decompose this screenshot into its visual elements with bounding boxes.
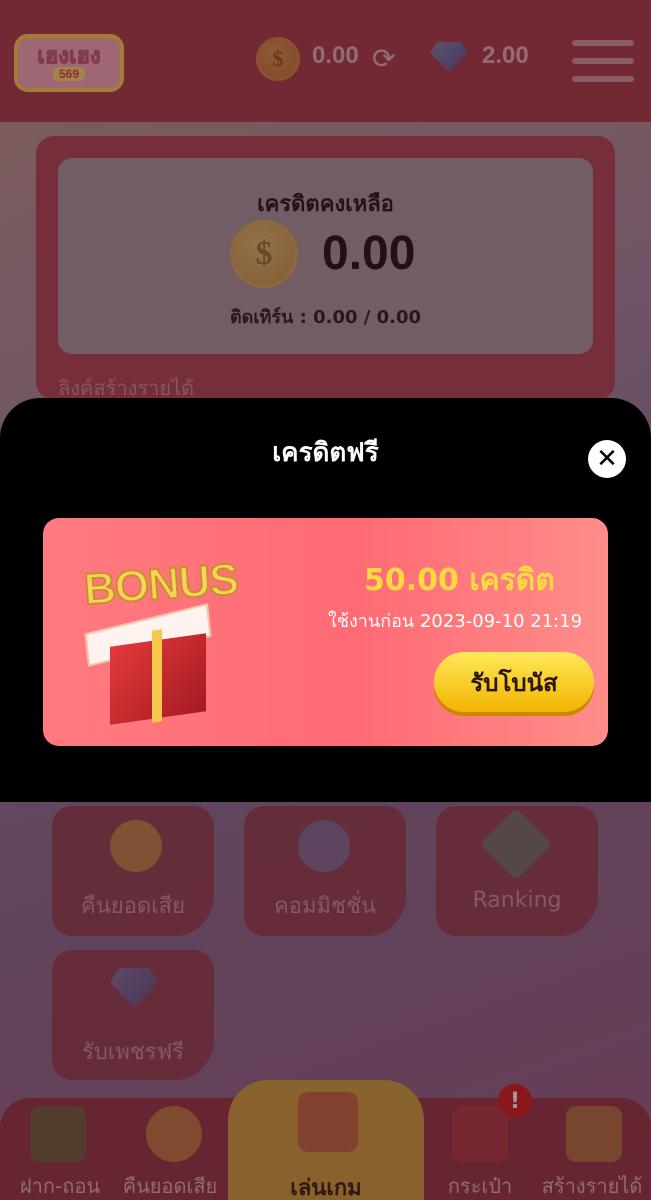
close-icon[interactable]: ✕: [588, 440, 626, 478]
modal-title: เครดิตฟรี: [272, 438, 379, 468]
bonus-expiry: ใช้งานก่อน 2023-09-10 21:19: [328, 611, 583, 632]
bonus-amount: 50.00 เครดิต: [364, 563, 555, 598]
bonus-word-art: BONUS: [81, 554, 240, 616]
claim-bonus-button[interactable]: รับโบนัส: [434, 652, 594, 712]
gift-ribbon: [152, 629, 162, 723]
